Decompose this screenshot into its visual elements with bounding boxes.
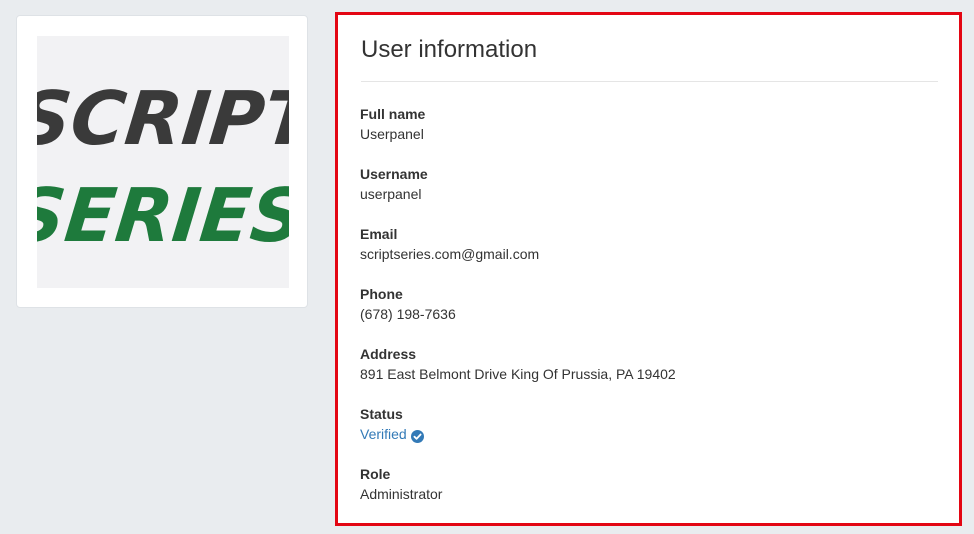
logo-line-script: SCRIPT — [37, 76, 289, 162]
phone-value: (678) 198-7636 — [360, 306, 456, 322]
phone-label: Phone — [360, 286, 403, 302]
email-value: scriptseries.com@gmail.com — [360, 246, 540, 262]
role-value: Administrator — [360, 486, 443, 502]
avatar-card: SCRIPT SERIES — [16, 15, 308, 308]
full-name-label: Full name — [360, 106, 426, 122]
brand-logo-graphic: SCRIPT SERIES — [37, 76, 289, 259]
logo-line-series: SERIES — [37, 173, 289, 259]
field-phone: Phone (678) 198-7636 — [360, 284, 456, 324]
brand-logo: SCRIPT SERIES — [37, 36, 289, 288]
status-value: Verified — [360, 424, 424, 444]
role-label: Role — [360, 466, 391, 482]
username-label: Username — [360, 166, 428, 182]
email-label: Email — [360, 226, 398, 242]
check-circle-icon — [410, 428, 424, 443]
field-email: Email scriptseries.com@gmail.com — [360, 224, 539, 264]
address-value: 891 East Belmont Drive King Of Prussia, … — [360, 366, 676, 382]
field-full-name: Full name Userpanel — [360, 104, 425, 144]
field-address: Address 891 East Belmont Drive King Of P… — [360, 344, 676, 384]
title-divider — [361, 81, 938, 82]
status-text: Verified — [360, 426, 407, 442]
status-label: Status — [360, 406, 403, 422]
panel-title: User information — [361, 36, 538, 63]
user-information-panel: User information Full name Userpanel Use… — [335, 12, 962, 526]
field-username: Username userpanel — [360, 164, 428, 204]
address-label: Address — [360, 346, 417, 362]
full-name-value: Userpanel — [360, 126, 424, 142]
username-value: userpanel — [360, 186, 422, 202]
field-role: Role Administrator — [360, 464, 442, 504]
field-status: Status Verified — [360, 404, 424, 444]
